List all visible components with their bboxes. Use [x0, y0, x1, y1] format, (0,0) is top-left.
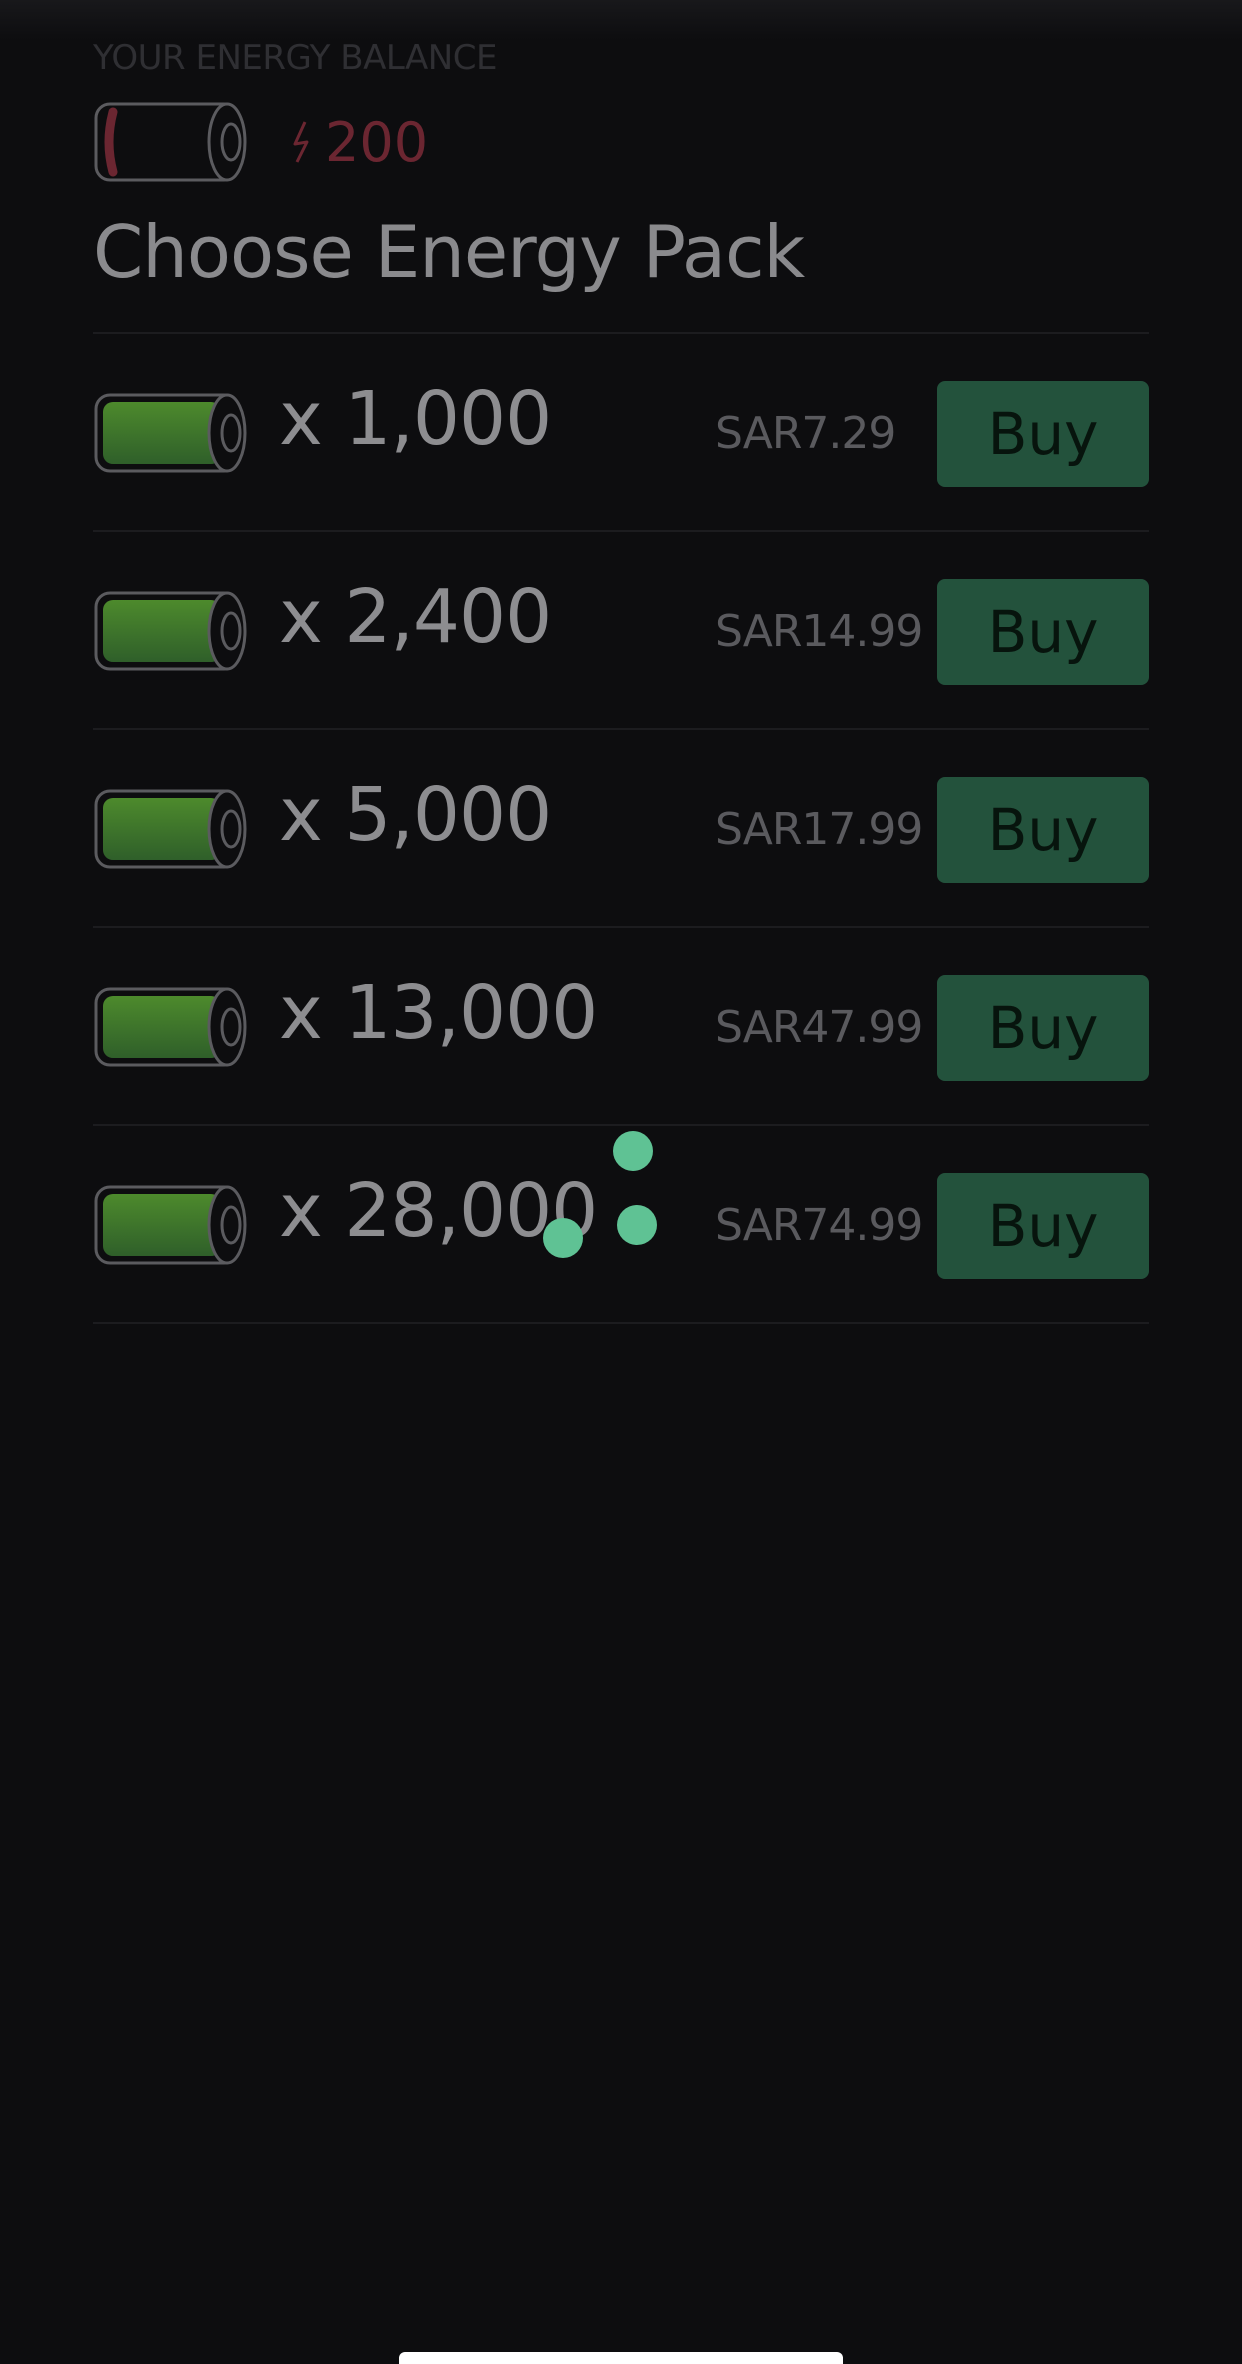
battery-full-icon — [94, 393, 247, 473]
buy-button[interactable]: Buy — [937, 1173, 1149, 1279]
battery-full-icon — [94, 1185, 247, 1265]
home-indicator — [399, 2352, 843, 2364]
pack-price: SAR47.99 — [715, 1002, 923, 1053]
pack-amount: x 2,400 — [279, 574, 552, 660]
pack-row: x 2,400 SAR14.99 Buy — [93, 532, 1149, 730]
pack-amount: x 1,000 — [279, 376, 552, 462]
battery-full-icon — [94, 789, 247, 869]
balance-caption: YOUR ENERGY BALANCE — [93, 38, 497, 78]
pack-price: SAR14.99 — [715, 606, 923, 657]
pack-price: SAR74.99 — [715, 1200, 923, 1251]
pack-amount: x 5,000 — [279, 772, 552, 858]
balance-row: 200 — [93, 100, 428, 184]
battery-full-icon — [94, 591, 247, 671]
loading-spinner-dot — [543, 1218, 583, 1258]
balance-amount: 200 — [325, 110, 429, 174]
battery-low-icon — [94, 102, 247, 182]
buy-button[interactable]: Buy — [937, 975, 1149, 1081]
status-bar-shade — [0, 0, 1242, 40]
pack-price: SAR7.29 — [715, 408, 896, 459]
loading-spinner-dot — [617, 1205, 657, 1245]
lightning-bolt-icon — [293, 121, 309, 163]
battery-full-icon — [94, 987, 247, 1067]
pack-price: SAR17.99 — [715, 804, 923, 855]
divider — [93, 1322, 1149, 1324]
pack-row: x 13,000 SAR47.99 Buy — [93, 928, 1149, 1126]
page-title: Choose Energy Pack — [93, 210, 805, 294]
loading-spinner-dot — [613, 1131, 653, 1171]
pack-row: x 1,000 SAR7.29 Buy — [93, 334, 1149, 532]
buy-button[interactable]: Buy — [937, 777, 1149, 883]
pack-row: x 5,000 SAR17.99 Buy — [93, 730, 1149, 928]
balance-value: 200 — [291, 111, 428, 174]
buy-button[interactable]: Buy — [937, 381, 1149, 487]
buy-button[interactable]: Buy — [937, 579, 1149, 685]
pack-amount: x 13,000 — [279, 970, 598, 1056]
